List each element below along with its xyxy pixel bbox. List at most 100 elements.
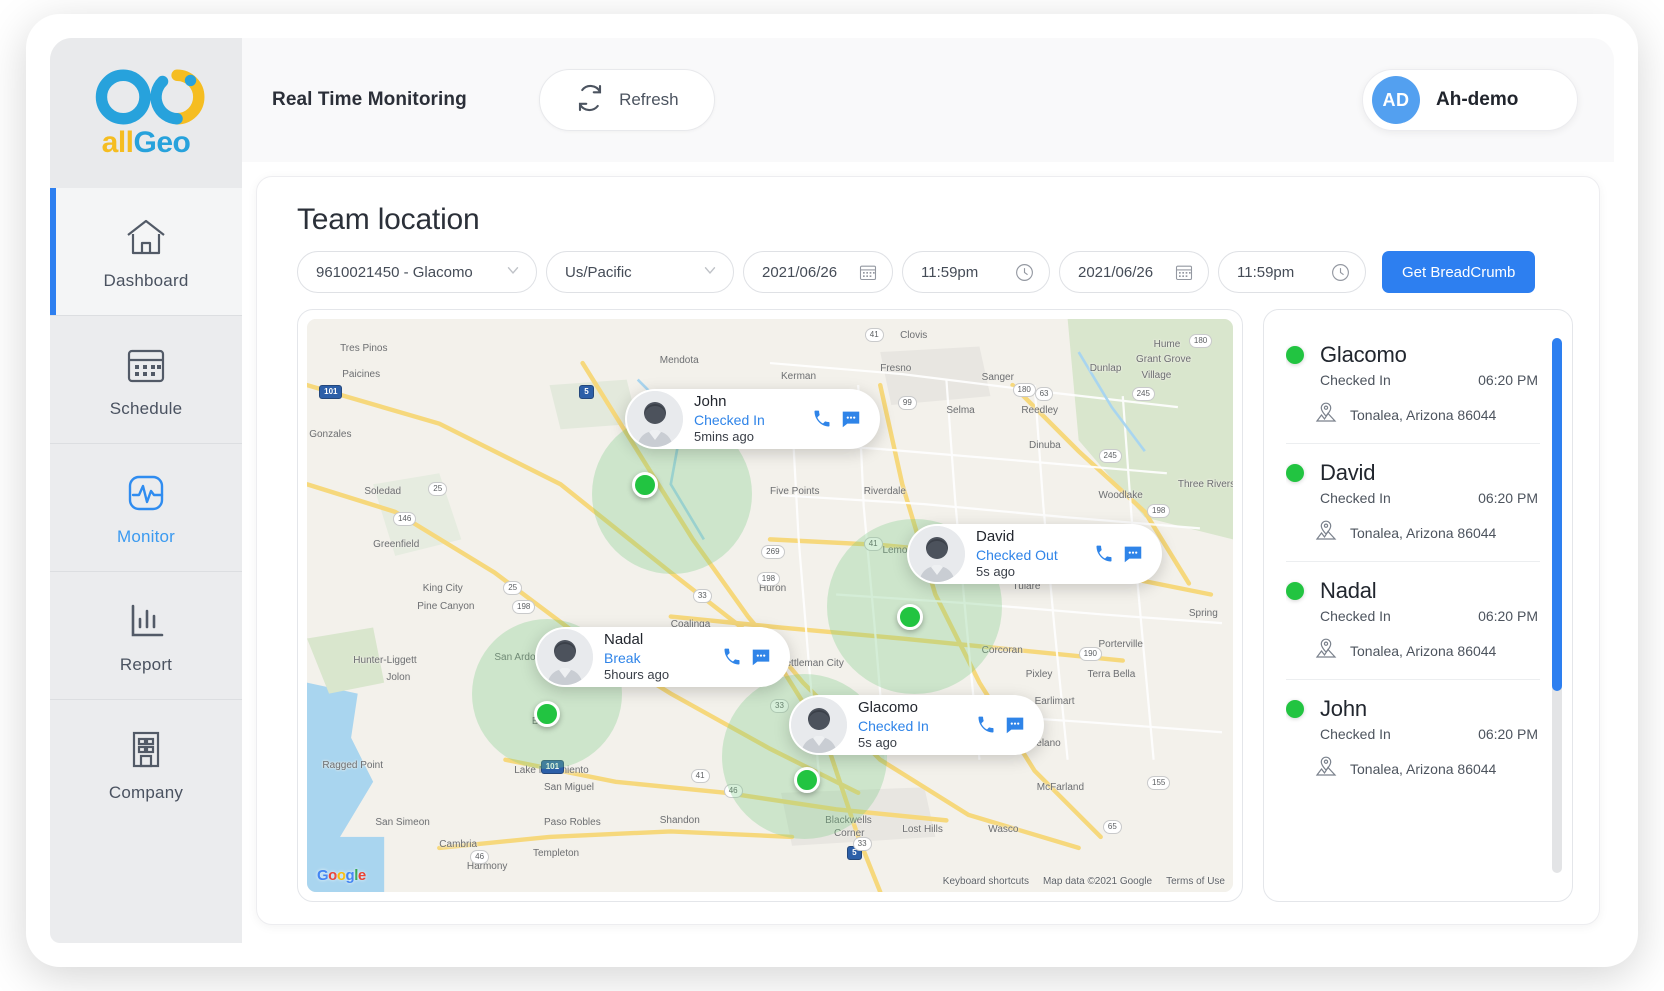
phone-icon[interactable] bbox=[812, 409, 832, 429]
map-route-shield: 180 bbox=[1013, 383, 1036, 397]
map-route-shield: 41 bbox=[865, 328, 884, 342]
map-popup-david[interactable]: David Checked Out 5s ago bbox=[907, 524, 1162, 584]
popup-status: Checked In bbox=[694, 412, 798, 430]
team-list-item[interactable]: JohnChecked In06:20 PMTonalea, Arizona 8… bbox=[1286, 680, 1540, 797]
map-place-label: Cambria bbox=[439, 839, 477, 850]
brand-name-all: all bbox=[102, 126, 134, 159]
team-member-location: Tonalea, Arizona 86044 bbox=[1314, 400, 1540, 429]
end-time-input[interactable]: 11:59pm bbox=[1218, 251, 1366, 293]
map-route-shield: 101 bbox=[319, 385, 342, 399]
map-pin-glacomo[interactable] bbox=[794, 767, 820, 793]
start-date-value: 2021/06/26 bbox=[762, 264, 848, 281]
map-place-label: Earlimart bbox=[1035, 696, 1075, 707]
map-route-shield: 198 bbox=[1147, 504, 1170, 518]
timezone-select-value: Us/Pacific bbox=[565, 264, 691, 281]
person-avatar bbox=[791, 697, 847, 753]
end-date-input[interactable]: 2021/06/26 bbox=[1059, 251, 1209, 293]
chevron-down-icon bbox=[504, 261, 522, 283]
map-place-label: Riverdale bbox=[864, 486, 906, 497]
team-member-location: Tonalea, Arizona 86044 bbox=[1314, 518, 1540, 547]
sidebar-item-monitor[interactable]: Monitor bbox=[50, 444, 242, 572]
clock-icon[interactable] bbox=[1330, 262, 1351, 283]
map-pin-david[interactable] bbox=[897, 604, 923, 630]
refresh-button[interactable]: Refresh bbox=[539, 69, 715, 131]
map-place-label: Fresno bbox=[880, 363, 911, 374]
sidebar-item-report[interactable]: Report bbox=[50, 572, 242, 700]
map-data-credit: Map data ©2021 Google bbox=[1043, 876, 1152, 887]
calendar-icon bbox=[122, 341, 170, 389]
team-member-status-row: Checked In06:20 PM bbox=[1320, 490, 1540, 506]
sidebar-item-label: Dashboard bbox=[104, 271, 189, 291]
team-member-time: 06:20 PM bbox=[1478, 726, 1538, 742]
team-member-name: David bbox=[1320, 460, 1375, 486]
sidebar-item-company[interactable]: Company bbox=[50, 700, 242, 828]
map-route-shield: 269 bbox=[761, 545, 784, 559]
person-select-value: 9610021450 - Glacomo bbox=[316, 264, 494, 281]
map-popup-glacomo[interactable]: Glacomo Checked In 5s ago bbox=[789, 695, 1044, 755]
calendar-icon[interactable] bbox=[1174, 262, 1194, 282]
popup-time: 5mins ago bbox=[694, 429, 798, 445]
map-place-label: McFarland bbox=[1037, 782, 1084, 793]
bar-chart-icon bbox=[122, 597, 170, 645]
map-pin-icon bbox=[1314, 636, 1338, 665]
map-route-shield: 198 bbox=[512, 600, 535, 614]
sidebar-item-label: Schedule bbox=[110, 399, 183, 419]
phone-icon[interactable] bbox=[976, 715, 996, 735]
team-member-status: Checked In bbox=[1320, 372, 1391, 388]
chat-icon[interactable] bbox=[840, 408, 862, 430]
person-avatar-icon bbox=[537, 629, 593, 685]
map-popup-john[interactable]: John Checked In 5mins ago bbox=[625, 389, 880, 449]
refresh-icon bbox=[575, 83, 605, 118]
map-pin-nadal[interactable] bbox=[534, 701, 560, 727]
phone-icon[interactable] bbox=[722, 647, 742, 667]
calendar-icon[interactable] bbox=[858, 262, 878, 282]
chat-icon[interactable] bbox=[1122, 543, 1144, 565]
map-popup-nadal[interactable]: Nadal Break 5hours ago bbox=[535, 627, 790, 687]
top-header: Real Time Monitoring Refresh AD Ah-demo bbox=[242, 38, 1614, 162]
person-select[interactable]: 9610021450 - Glacomo bbox=[297, 251, 537, 293]
status-badge bbox=[1286, 700, 1304, 718]
popup-name: Glacomo bbox=[858, 699, 962, 718]
team-member-time: 06:20 PM bbox=[1478, 372, 1538, 388]
map-route-shield: 180 bbox=[1189, 334, 1212, 348]
map-route-shield: 63 bbox=[1035, 387, 1054, 401]
map-place-label: Kerman bbox=[781, 371, 816, 382]
map-pin-john[interactable] bbox=[632, 472, 658, 498]
start-time-input[interactable]: 11:59pm bbox=[902, 251, 1050, 293]
sidebar-item-schedule[interactable]: Schedule bbox=[50, 316, 242, 444]
terms-of-use-link[interactable]: Terms of Use bbox=[1166, 876, 1225, 887]
map-place-label: Ragged Point bbox=[322, 760, 383, 771]
team-list[interactable]: GlacomoChecked In06:20 PMTonalea, Arizon… bbox=[1286, 326, 1562, 885]
list-scrollbar-thumb[interactable] bbox=[1552, 338, 1562, 691]
map-place-label: Spring bbox=[1189, 608, 1218, 619]
sidebar-item-dashboard[interactable]: Dashboard bbox=[50, 188, 242, 316]
brand-logo[interactable]: allGeo bbox=[50, 38, 242, 188]
team-member-status: Checked In bbox=[1320, 608, 1391, 624]
popup-name: John bbox=[694, 393, 798, 412]
list-scrollbar-track[interactable] bbox=[1552, 338, 1562, 873]
get-breadcrumb-button[interactable]: Get BreadCrumb bbox=[1382, 251, 1535, 293]
keyboard-shortcuts-link[interactable]: Keyboard shortcuts bbox=[943, 876, 1029, 887]
map-place-label: Terra Bella bbox=[1087, 669, 1135, 680]
team-list-item[interactable]: NadalChecked In06:20 PMTonalea, Arizona … bbox=[1286, 562, 1540, 680]
sidebar-item-label: Company bbox=[109, 783, 183, 803]
google-map[interactable]: Tres PinosPaicinesMendotaKermanFresnoSan… bbox=[307, 319, 1233, 892]
map-route-shield: 33 bbox=[853, 837, 872, 851]
map-and-list: Tres PinosPaicinesMendotaKermanFresnoSan… bbox=[297, 309, 1573, 902]
team-list-item[interactable]: GlacomoChecked In06:20 PMTonalea, Arizon… bbox=[1286, 326, 1540, 444]
phone-icon[interactable] bbox=[1094, 544, 1114, 564]
clock-icon[interactable] bbox=[1014, 262, 1035, 283]
popup-time: 5s ago bbox=[976, 564, 1080, 580]
team-list-item[interactable]: David Checked In06:20 PM Tonalea, Arizona … bbox=[1286, 444, 1540, 562]
google-logo: Google bbox=[317, 867, 366, 884]
map-pin-icon bbox=[1314, 518, 1338, 547]
chat-icon[interactable] bbox=[750, 646, 772, 668]
user-menu[interactable]: AD Ah-demo bbox=[1362, 69, 1578, 131]
chat-icon[interactable] bbox=[1004, 714, 1026, 736]
map-place-label: Greenfield bbox=[373, 539, 419, 550]
person-avatar bbox=[537, 629, 593, 685]
start-date-input[interactable]: 2021/06/26 bbox=[743, 251, 893, 293]
filter-bar: 9610021450 - Glacomo Us/Pacific 2021/06/… bbox=[297, 251, 1573, 293]
team-member-address: Tonalea, Arizona 86044 bbox=[1350, 761, 1496, 777]
timezone-select[interactable]: Us/Pacific bbox=[546, 251, 734, 293]
